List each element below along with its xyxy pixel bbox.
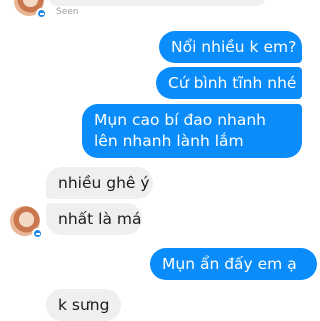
seen-status: Seen xyxy=(56,7,79,17)
message-bubble-incoming[interactable]: nhất là má xyxy=(46,203,142,235)
message-bubble-outgoing[interactable]: Mụn cao bí đao nhanh lên nhanh lành lắm xyxy=(82,104,302,158)
previous-message-bubble xyxy=(48,0,266,6)
message-bubble-incoming[interactable]: k sưng xyxy=(46,289,121,321)
messenger-badge-icon xyxy=(32,228,43,239)
contact-avatar[interactable] xyxy=(14,0,47,19)
contact-avatar[interactable] xyxy=(10,206,43,239)
message-bubble-incoming[interactable]: nhiều ghê ý xyxy=(46,167,153,199)
messenger-badge-icon xyxy=(36,8,47,19)
message-bubble-outgoing[interactable]: Cứ bình tĩnh nhé xyxy=(156,67,302,99)
message-bubble-outgoing[interactable]: Mụn ẩn đấy em ạ xyxy=(150,248,317,280)
message-bubble-outgoing[interactable]: Nổi nhiều k em? xyxy=(159,31,302,63)
